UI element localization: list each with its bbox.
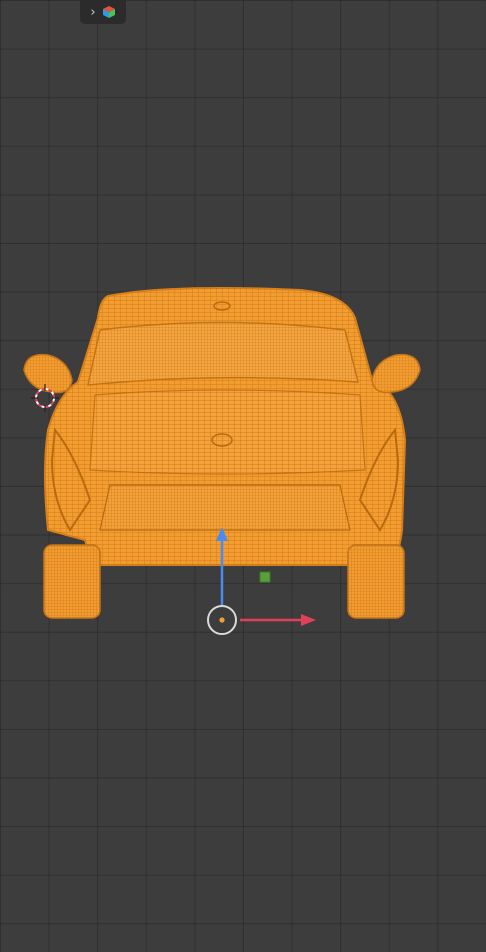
transform-gizmo[interactable] — [0, 0, 486, 952]
x-axis-arrow[interactable] — [240, 614, 316, 626]
plane-handle[interactable] — [259, 571, 271, 583]
z-axis-arrow[interactable] — [216, 527, 228, 605]
pivot-dot — [219, 617, 225, 623]
3d-viewport[interactable]: › — [0, 0, 486, 952]
